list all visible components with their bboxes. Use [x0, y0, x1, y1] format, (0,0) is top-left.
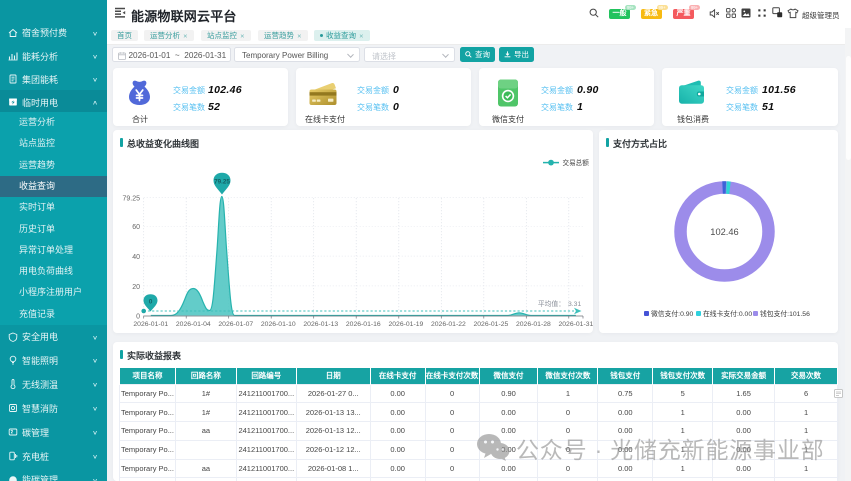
svg-text:3.31: 3.31 — [568, 301, 581, 308]
svg-text:102.46: 102.46 — [710, 227, 738, 237]
svg-text:2026-01-31: 2026-01-31 — [559, 321, 593, 328]
svg-text:交易总额: 交易总额 — [563, 158, 590, 167]
svg-text:微信支付:0.90: 微信支付:0.90 — [651, 309, 694, 318]
svg-text:2026-01-01: 2026-01-01 — [133, 321, 168, 328]
svg-text:60: 60 — [132, 224, 140, 231]
svg-text:2026-01-19: 2026-01-19 — [389, 321, 424, 328]
svg-text:79.25: 79.25 — [122, 196, 140, 203]
svg-text:2026-01-16: 2026-01-16 — [346, 321, 381, 328]
svg-text:40: 40 — [132, 254, 140, 261]
svg-text:2026-01-07: 2026-01-07 — [218, 321, 253, 328]
svg-text:平均值：: 平均值： — [538, 299, 565, 308]
svg-text:钱包支付:101.56: 钱包支付:101.56 — [760, 309, 810, 318]
svg-text:在线卡支付:0.00: 在线卡支付:0.00 — [703, 309, 752, 318]
svg-text:2026-01-22: 2026-01-22 — [431, 321, 466, 328]
svg-text:0: 0 — [149, 299, 153, 306]
svg-text:2026-01-25: 2026-01-25 — [474, 321, 509, 328]
svg-text:2026-01-13: 2026-01-13 — [303, 321, 338, 328]
svg-text:2026-01-28: 2026-01-28 — [516, 321, 551, 328]
svg-text:79.25: 79.25 — [214, 179, 230, 186]
svg-text:0: 0 — [136, 314, 140, 321]
svg-text:20: 20 — [132, 284, 140, 291]
svg-text:2026-01-10: 2026-01-10 — [261, 321, 296, 328]
svg-text:2026-01-04: 2026-01-04 — [176, 321, 211, 328]
